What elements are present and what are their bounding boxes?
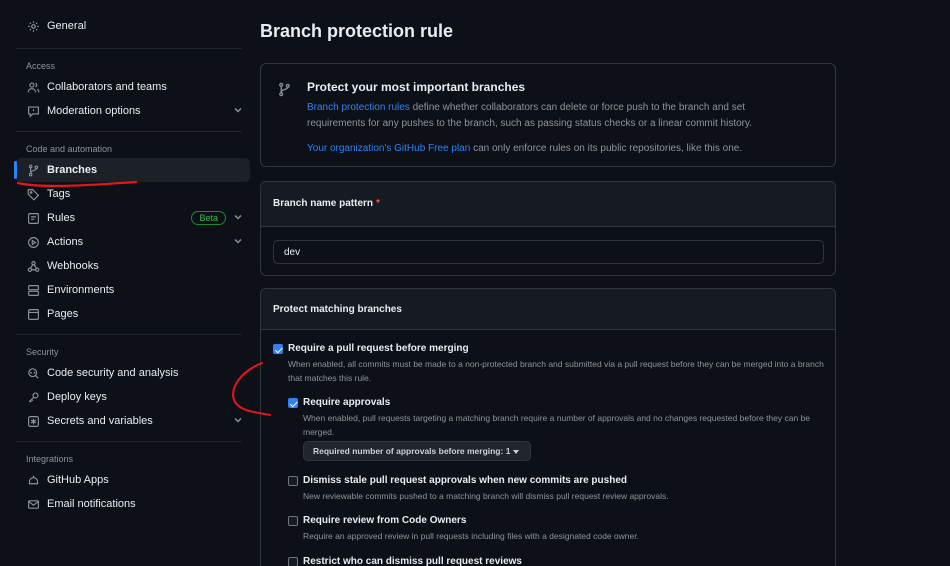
section-heading-access: Access: [26, 61, 56, 71]
server-icon: [26, 283, 40, 297]
intro-panel: Protect your most important branches Bra…: [260, 63, 836, 167]
branch-protection-rules-link[interactable]: Branch protection rules: [307, 102, 410, 113]
mail-icon: [26, 497, 40, 511]
sidebar-item-email-notifications[interactable]: Email notifications: [16, 492, 250, 516]
settings-page: General Access Collaborators and teams M…: [0, 0, 950, 566]
sidebar-item-tags[interactable]: Tags: [16, 182, 250, 206]
rules-icon: [26, 211, 40, 225]
branch-name-pattern-input[interactable]: [273, 240, 824, 264]
intro-title: Protect your most important branches: [307, 80, 526, 94]
sidebar-item-pages[interactable]: Pages: [16, 302, 250, 326]
require-pull-request-description: When enabled, all commits must be made t…: [288, 359, 824, 383]
sidebar-item-rules[interactable]: Rules Beta: [16, 206, 250, 230]
sidebar-divider: [16, 334, 242, 335]
sidebar-item-label: Actions: [47, 236, 84, 248]
sidebar-item-webhooks[interactable]: Webhooks: [16, 254, 250, 278]
panel-header: Protect matching branches: [261, 289, 835, 330]
required-approvals-value: Required number of approvals before merg…: [313, 446, 511, 456]
key-icon: [26, 390, 40, 404]
dismiss-stale-approvals-description: New reviewable commits pushed to a match…: [303, 491, 669, 501]
required-mark: *: [376, 198, 380, 209]
settings-sidebar: General Access Collaborators and teams M…: [14, 14, 250, 516]
caret-down-icon: [513, 449, 520, 454]
sidebar-item-label: Code security and analysis: [47, 367, 179, 379]
plan-notice-text: can only enforce rules on its public rep…: [470, 143, 743, 154]
sidebar-item-label: Moderation options: [47, 105, 141, 117]
protect-matching-branches-heading: Protect matching branches: [273, 304, 402, 315]
webhook-icon: [26, 259, 40, 273]
sidebar-item-label: Environments: [47, 284, 115, 296]
panel-header: Branch name pattern *: [261, 182, 835, 227]
sidebar-item-branches[interactable]: Branches: [14, 158, 250, 182]
tag-icon: [26, 187, 40, 201]
sidebar-item-label: Email notifications: [47, 498, 136, 510]
sidebar-item-deploy-keys[interactable]: Deploy keys: [16, 385, 250, 409]
sidebar-item-label: Pages: [47, 308, 79, 320]
require-code-owner-review-label[interactable]: Require review from Code Owners: [303, 515, 466, 526]
sidebar-item-secrets[interactable]: Secrets and variables: [16, 409, 250, 433]
branch-name-pattern-panel: Branch name pattern *: [260, 181, 836, 276]
sidebar-divider: [16, 48, 242, 49]
sidebar-item-label: Deploy keys: [47, 391, 107, 403]
label-text: Branch name pattern: [273, 198, 374, 209]
sidebar-item-label: GitHub Apps: [47, 474, 109, 486]
sidebar-item-actions[interactable]: Actions: [16, 230, 250, 254]
require-code-owner-review-description: Require an approved review in pull reque…: [303, 531, 639, 541]
sidebar-item-label: Collaborators and teams: [47, 81, 167, 93]
require-pull-request-label[interactable]: Require a pull request before merging: [288, 343, 469, 354]
sidebar-item-environments[interactable]: Environments: [16, 278, 250, 302]
section-heading-code-automation: Code and automation: [26, 144, 113, 154]
sidebar-item-collaborators[interactable]: Collaborators and teams: [16, 75, 250, 99]
chevron-down-icon: [234, 108, 242, 113]
play-icon: [26, 235, 40, 249]
sidebar-item-label: General: [47, 20, 87, 32]
gear-icon: [26, 19, 40, 33]
person-icon: [26, 80, 40, 94]
browser-icon: [26, 307, 40, 321]
sidebar-item-label: Secrets and variables: [47, 415, 153, 427]
section-heading-integrations: Integrations: [26, 454, 74, 464]
sidebar-item-general[interactable]: General: [16, 14, 250, 38]
free-plan-link[interactable]: Your organization's GitHub Free plan: [307, 143, 470, 154]
intro-description: Branch protection rules define whether c…: [307, 100, 787, 132]
dismiss-stale-approvals-checkbox[interactable]: [288, 476, 298, 486]
sidebar-item-label: Branches: [47, 164, 98, 176]
required-approvals-select[interactable]: Required number of approvals before merg…: [303, 441, 531, 461]
sidebar-item-label: Rules: [47, 212, 76, 224]
sidebar-item-github-apps[interactable]: GitHub Apps: [16, 468, 250, 492]
git-branch-icon: [26, 163, 40, 177]
sidebar-divider: [16, 131, 242, 132]
plan-notice: Your organization's GitHub Free plan can…: [307, 143, 742, 154]
page-title: Branch protection rule: [260, 21, 454, 41]
beta-badge: Beta: [191, 211, 226, 225]
require-pull-request-checkbox[interactable]: [273, 344, 283, 354]
git-branch-icon: [273, 78, 295, 100]
sidebar-item-code-security[interactable]: Code security and analysis: [16, 361, 250, 385]
require-approvals-description: When enabled, pull requests targeting a …: [303, 413, 811, 437]
report-icon: [26, 104, 40, 118]
sidebar-item-moderation[interactable]: Moderation options: [16, 99, 250, 123]
sidebar-divider: [16, 441, 242, 442]
restrict-dismiss-reviews-label[interactable]: Restrict who can dismiss pull request re…: [303, 556, 522, 566]
chevron-down-icon: [234, 215, 242, 220]
restrict-dismiss-reviews-checkbox[interactable]: [288, 557, 298, 566]
chevron-down-icon: [234, 418, 242, 423]
branch-name-pattern-label: Branch name pattern *: [273, 198, 380, 209]
chevron-down-icon: [234, 239, 242, 244]
require-approvals-label[interactable]: Require approvals: [303, 397, 390, 408]
sidebar-item-label: Webhooks: [47, 260, 99, 272]
sidebar-item-label: Tags: [47, 188, 71, 200]
protect-matching-branches-panel: Protect matching branches Require a pull…: [260, 288, 836, 566]
require-code-owner-review-checkbox[interactable]: [288, 516, 298, 526]
dismiss-stale-approvals-label[interactable]: Dismiss stale pull request approvals whe…: [303, 475, 627, 486]
require-approvals-checkbox[interactable]: [288, 398, 298, 408]
asterisk-icon: [26, 414, 40, 428]
codescan-icon: [26, 366, 40, 380]
apps-icon: [26, 473, 40, 487]
section-heading-security: Security: [26, 347, 59, 357]
